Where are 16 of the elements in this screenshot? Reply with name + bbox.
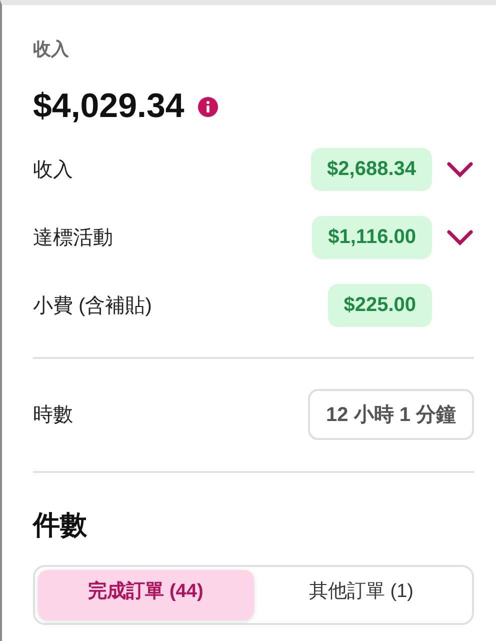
breakdown-label: 小費 (含補貼) — [33, 294, 152, 319]
earnings-label: 收入 — [33, 38, 70, 61]
total-earnings: $4,029.34 — [33, 87, 184, 126]
chevron-icon[interactable] — [446, 160, 474, 178]
hours-badge: 12 小時 1 分鐘 — [308, 389, 474, 440]
chevron-icon[interactable] — [446, 228, 474, 246]
orders-tab[interactable]: 其他訂單 (1) — [254, 570, 469, 620]
breakdown-label: 達標活動 — [33, 226, 113, 251]
breakdown-label: 收入 — [33, 158, 73, 183]
amount-badge: $1,116.00 — [312, 216, 432, 259]
orders-heading: 件數 — [33, 509, 88, 542]
info-icon[interactable] — [198, 96, 218, 116]
orders-tab[interactable]: 完成訂單 (44) — [38, 570, 254, 620]
hours-label: 時數 — [33, 403, 73, 428]
amount-badge: $225.00 — [328, 284, 432, 327]
amount-badge: $2,688.34 — [311, 148, 432, 191]
